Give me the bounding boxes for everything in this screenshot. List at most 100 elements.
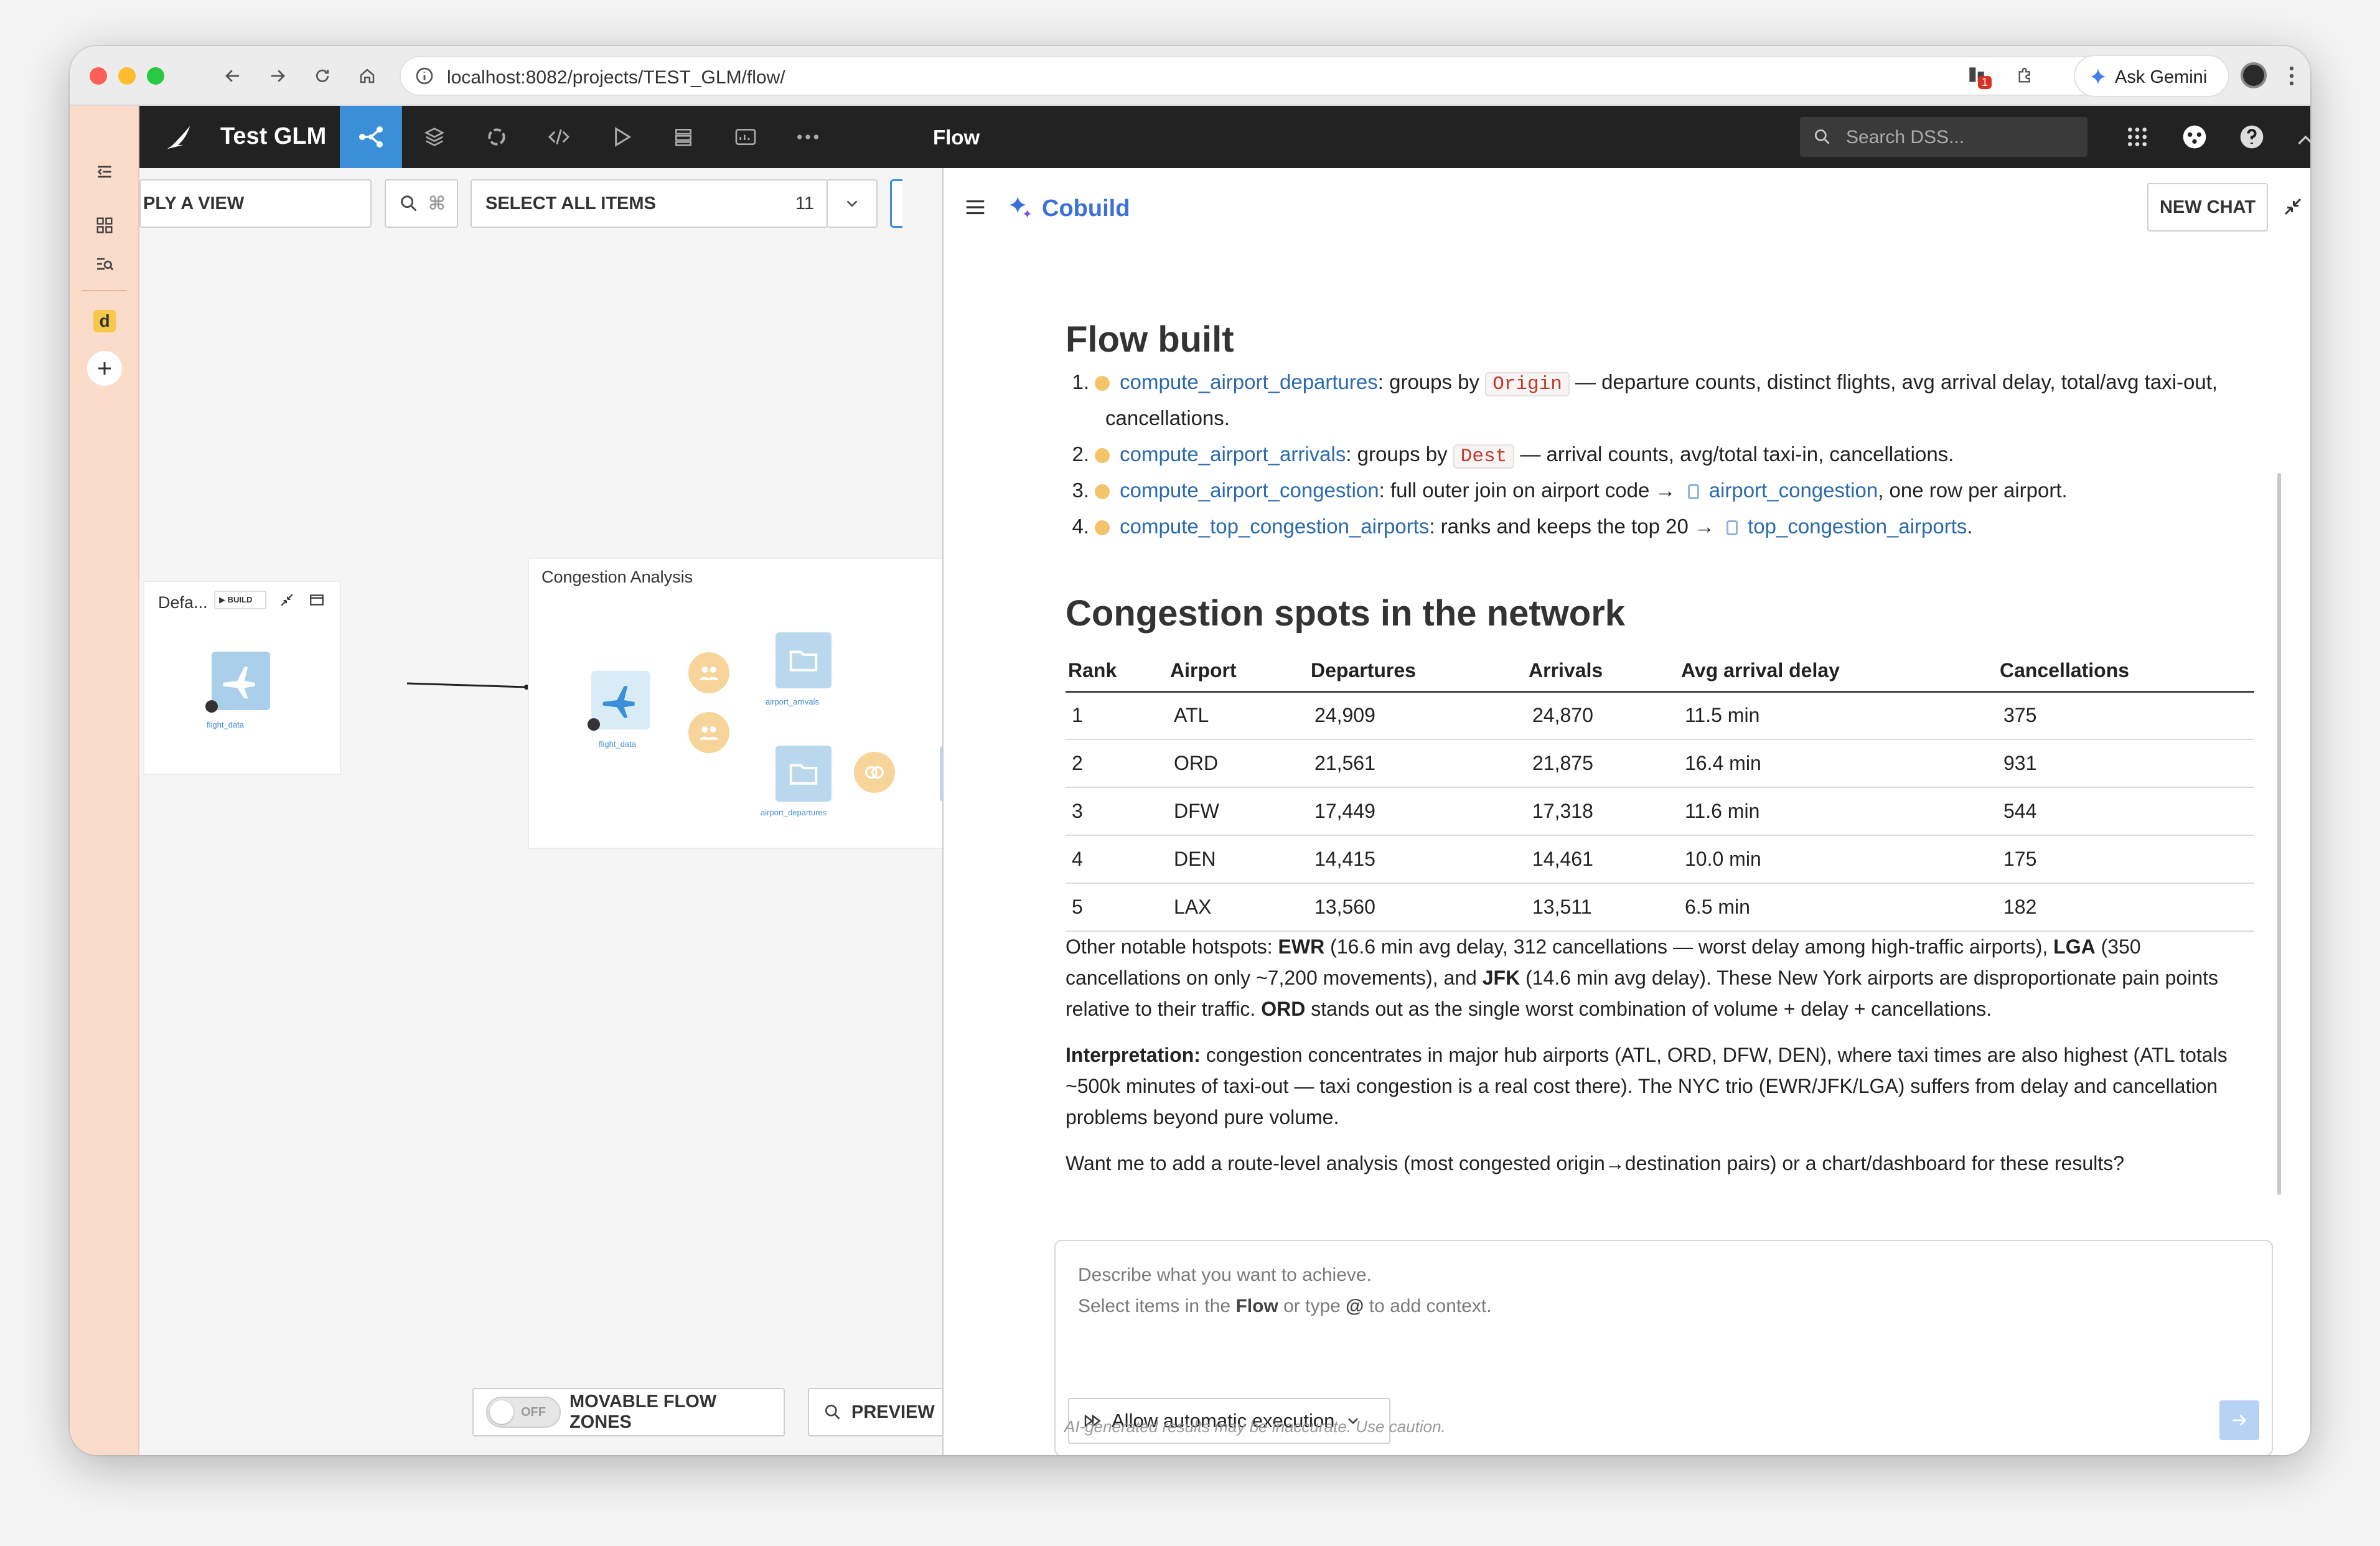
- catalog-icon[interactable]: [2180, 122, 2209, 152]
- step-item-4: 4. compute_top_congestion_airports: rank…: [1066, 508, 2236, 545]
- recipe-group-arrivals-node[interactable]: [688, 652, 729, 693]
- code-dest: Dest: [1453, 444, 1515, 469]
- dashboard-icon[interactable]: [731, 122, 761, 152]
- dataiku-bird-logo-icon[interactable]: [161, 119, 198, 157]
- cobuild-panel: Cobuild NEW CHAT Flow built 1. compute_a…: [942, 168, 2310, 1455]
- grid-apps-icon[interactable]: [87, 208, 122, 243]
- section-title: Flow: [933, 126, 980, 149]
- maximize-window-button[interactable]: [147, 67, 164, 85]
- left-rail: d: [70, 106, 139, 1455]
- step-text: : ranks and keeps the top 20 →: [1429, 515, 1721, 538]
- address-bar[interactable]: localhost:8082/projects/TEST_GLM/flow/: [400, 56, 2161, 96]
- airport-code: JFK: [1482, 967, 1520, 989]
- help-icon[interactable]: [2237, 122, 2267, 152]
- browser-window: localhost:8082/projects/TEST_GLM/flow/ 1…: [70, 46, 2310, 1455]
- extension-icon[interactable]: 1: [1964, 62, 1992, 90]
- folder-icon: [789, 764, 818, 785]
- home-icon[interactable]: [351, 60, 383, 92]
- table-row: 1 ATL 24,909 24,870 11.5 min 375: [1066, 691, 2254, 740]
- send-arrow-icon: [2232, 1415, 2247, 1426]
- table-cell: 182: [1997, 883, 2254, 932]
- join-recipe-icon: [865, 766, 884, 779]
- project-name[interactable]: Test GLM: [220, 123, 326, 150]
- node-label-airport-departures: airport_departures: [761, 808, 827, 817]
- hamburger-menu-icon[interactable]: [963, 195, 987, 219]
- table-cell: 375: [1997, 691, 2254, 740]
- site-info-icon[interactable]: [415, 66, 434, 86]
- send-button[interactable]: [2219, 1400, 2259, 1440]
- wiki-stack-icon[interactable]: [668, 122, 698, 152]
- dataset-link-top-congestion-airports[interactable]: top_congestion_airports: [1748, 515, 1967, 538]
- ask-gemini-button[interactable]: Ask Gemini: [2074, 55, 2229, 97]
- panel-scrollbar[interactable]: [2277, 473, 2281, 1195]
- browser-menu-icon[interactable]: [2275, 60, 2308, 92]
- table-cell: 5: [1066, 883, 1168, 932]
- folder-icon: [789, 650, 818, 672]
- recipe-icon: [1095, 448, 1110, 464]
- minimize-panel-icon[interactable]: [2282, 195, 2304, 218]
- placeholder-text: Select items in the: [1078, 1296, 1236, 1316]
- airport-code: ORD: [1261, 998, 1306, 1020]
- url-text: localhost:8082/projects/TEST_GLM/flow/: [447, 67, 785, 88]
- profile-avatar[interactable]: [2241, 62, 2267, 88]
- recipe-join-node[interactable]: [854, 752, 895, 793]
- table-cell: 14,461: [1526, 835, 1679, 884]
- table-cell: 175: [1997, 835, 2254, 884]
- table-cell: 1: [1066, 691, 1168, 740]
- toggle-switch[interactable]: OFF: [486, 1397, 561, 1428]
- search-list-icon[interactable]: [87, 246, 122, 281]
- table-cell: 13,560: [1308, 883, 1526, 932]
- flow-nav-button[interactable]: [340, 106, 402, 168]
- recipe-link-departures[interactable]: compute_airport_departures: [1120, 370, 1378, 393]
- table-cell: 17,318: [1526, 787, 1679, 836]
- new-chat-button[interactable]: NEW CHAT: [2147, 183, 2268, 232]
- column-header: Avg arrival delay: [1679, 650, 1997, 693]
- table-cell: ATL: [1168, 691, 1308, 740]
- recipe-link-congestion[interactable]: compute_airport_congestion: [1120, 479, 1379, 502]
- column-header: Departures: [1308, 650, 1526, 693]
- back-icon[interactable]: [217, 60, 249, 92]
- airport-arrivals-dataset-node[interactable]: [775, 632, 832, 688]
- column-header: Airport: [1168, 650, 1308, 693]
- collapse-rail-icon[interactable]: [87, 154, 122, 189]
- dataset-link-airport-congestion[interactable]: airport_congestion: [1709, 479, 1878, 502]
- step-text: , one row per airport.: [1878, 479, 2068, 502]
- airport-departures-dataset-node[interactable]: [775, 746, 832, 802]
- recipe-link-top-congestion[interactable]: compute_top_congestion_airports: [1120, 515, 1429, 538]
- recipe-group-departures-node[interactable]: [688, 712, 729, 753]
- zone-congestion-title: Congestion Analysis: [541, 568, 693, 586]
- forward-icon[interactable]: [261, 60, 294, 92]
- app-navbar: Test GLM Flow Search DSS...: [139, 106, 2310, 168]
- preview-button[interactable]: PREVIEW: [808, 1388, 942, 1436]
- table-row: 5 LAX 13,560 13,511 6.5 min 182: [1066, 883, 2254, 932]
- models-icon[interactable]: [482, 122, 512, 152]
- minimize-window-button[interactable]: [118, 67, 136, 85]
- flow-canvas[interactable]: PLY A VIEW ⌘ SELECT ALL ITEMS 11 Defa...…: [139, 168, 942, 1455]
- run-icon[interactable]: [606, 122, 636, 152]
- reload-icon[interactable]: [306, 60, 339, 92]
- placeholder-text: to add context.: [1364, 1296, 1492, 1316]
- recipe-link-arrivals[interactable]: compute_airport_arrivals: [1120, 443, 1346, 466]
- flow-zone-congestion-analysis[interactable]: Congestion Analysis flight_data airport_…: [528, 558, 942, 849]
- trend-icon[interactable]: [2294, 122, 2310, 152]
- movable-flow-zones-toggle[interactable]: OFF MOVABLE FLOW ZONES: [472, 1388, 785, 1436]
- table-cell: 11.6 min: [1679, 787, 1997, 836]
- toggle-state-label: OFF: [521, 1405, 546, 1419]
- search-dss-input[interactable]: Search DSS...: [1800, 117, 2087, 157]
- lab-icon[interactable]: [419, 122, 449, 152]
- code-icon[interactable]: [544, 122, 574, 152]
- close-window-button[interactable]: [90, 67, 107, 85]
- apps-grid-icon[interactable]: [2122, 122, 2152, 152]
- congestion-table: Rank Airport Departures Arrivals Avg arr…: [1066, 650, 2254, 932]
- node-label-flight-data-2: flight_data: [599, 739, 636, 749]
- step-text: — departure counts, distinct flights, av…: [1569, 370, 2218, 393]
- para-text: Other notable hotspots:: [1066, 935, 1278, 958]
- flight-data-input-node[interactable]: [591, 671, 650, 729]
- dataiku-d-icon[interactable]: d: [87, 304, 122, 339]
- table-cell: 21,561: [1308, 739, 1526, 788]
- extensions-puzzle-icon[interactable]: [2009, 60, 2041, 92]
- more-icon[interactable]: [793, 122, 823, 152]
- add-icon[interactable]: [87, 351, 122, 386]
- step-item-1: 1. compute_airport_departures: groups by…: [1066, 364, 2236, 403]
- table-cell: 16.4 min: [1679, 739, 1997, 788]
